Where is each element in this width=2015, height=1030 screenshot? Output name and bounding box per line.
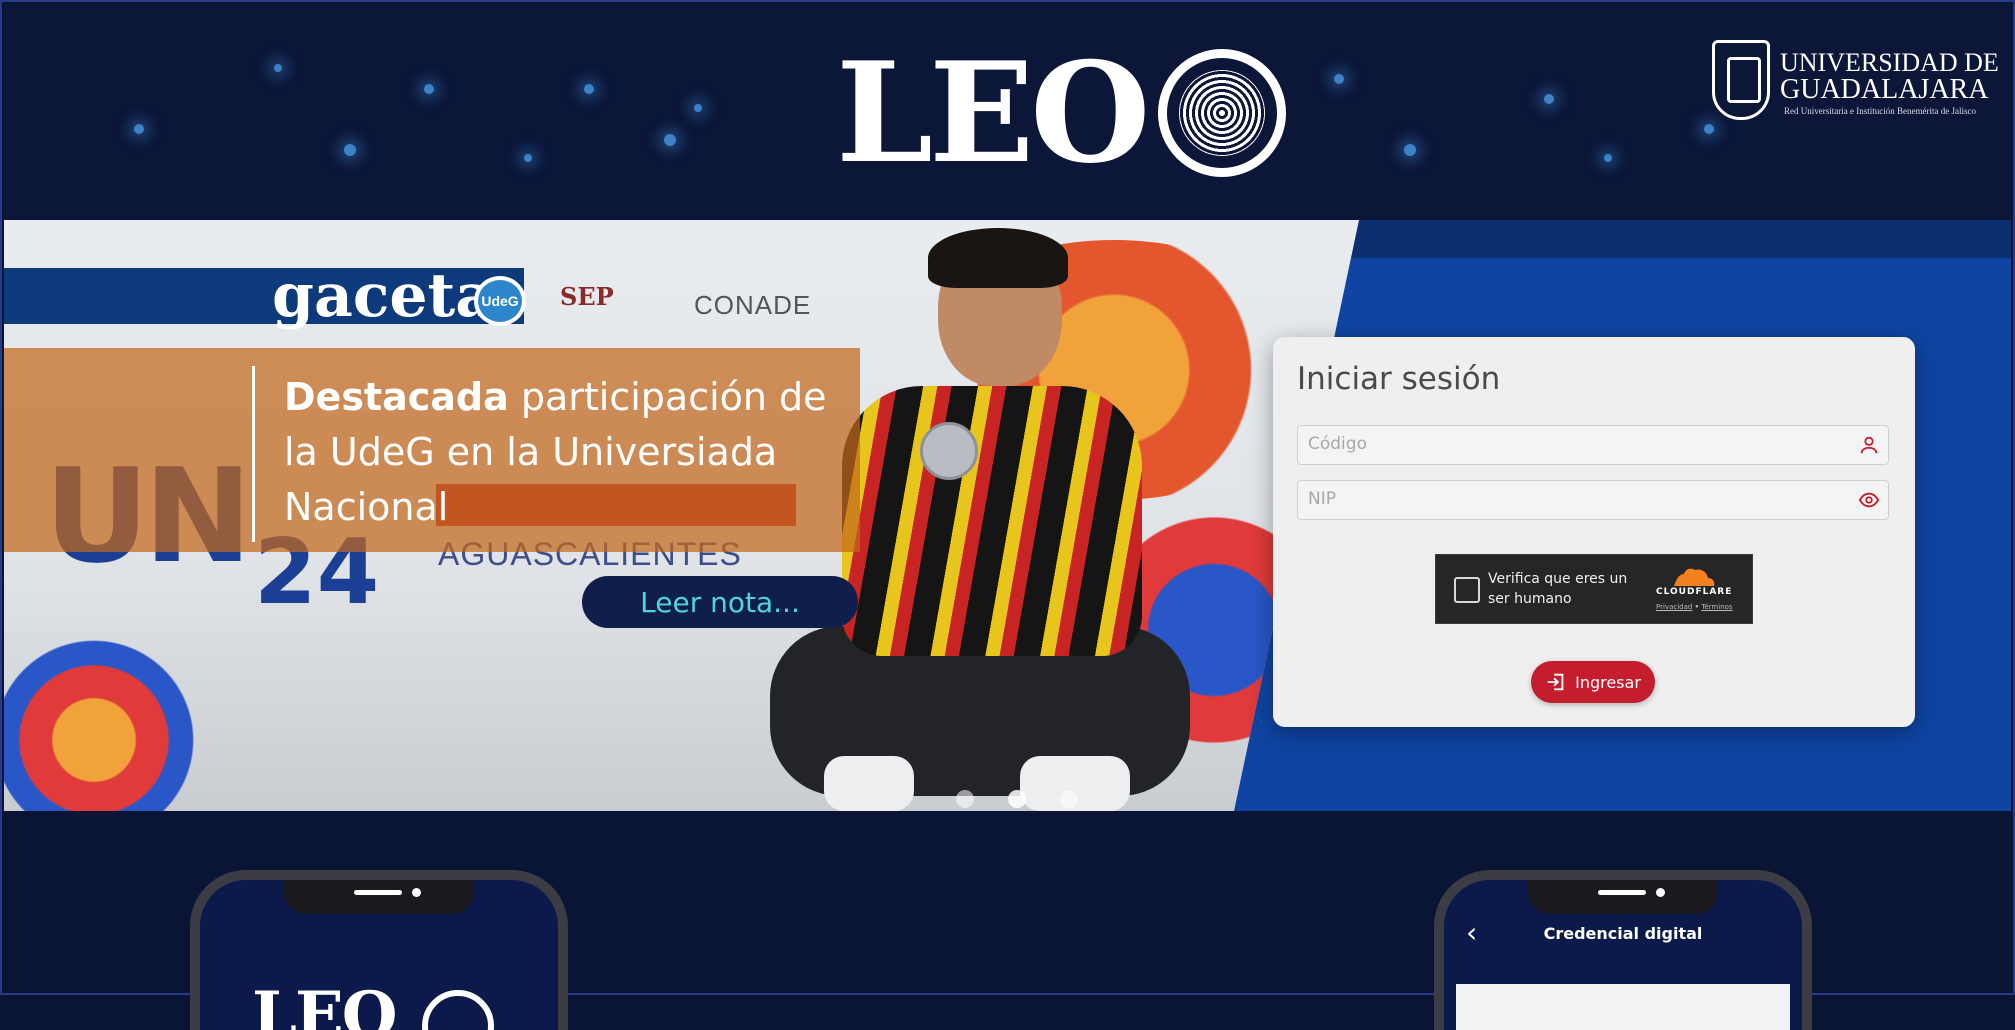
phone-mockup-right: ‹ Credencial digital — [1434, 870, 1812, 1030]
headline-rule — [252, 366, 255, 542]
captcha-privacy-link[interactable]: Privacidad — [1656, 603, 1692, 611]
login-title: Iniciar sesión — [1297, 361, 1501, 397]
hero-blue-stripe — [1304, 220, 2011, 258]
ingresar-button[interactable]: Ingresar — [1531, 661, 1655, 703]
codigo-input[interactable] — [1298, 426, 1848, 462]
user-icon — [1860, 436, 1878, 454]
carousel-dot-3[interactable] — [1060, 790, 1078, 808]
nip-input[interactable] — [1298, 481, 1848, 517]
login-arrow-icon — [1547, 673, 1564, 691]
udeg-badge: UdeG — [474, 276, 526, 326]
slide-headline: Destacada participación de la UdeG en la… — [284, 370, 844, 535]
phone-screen-title: Credencial digital — [1543, 924, 1703, 943]
captcha-terms-link[interactable]: Términos — [1701, 603, 1732, 611]
captcha-label: Verifica que eres un ser humano — [1488, 571, 1628, 607]
bokeh-light — [1544, 94, 1554, 104]
leo-logo[interactable]: LEO — [836, 31, 1287, 194]
phone-mockup-left: LEO — [190, 870, 568, 1030]
carousel-indicators — [956, 790, 1078, 808]
captcha-separator: • — [1694, 603, 1700, 611]
bokeh-light — [1404, 144, 1416, 156]
bokeh-light — [134, 124, 144, 134]
phone-notch — [284, 880, 474, 914]
bokeh-light — [1704, 124, 1714, 134]
bokeh-light — [694, 104, 702, 112]
bokeh-light — [664, 134, 676, 146]
captcha-links: Privacidad • Términos — [1656, 603, 1733, 611]
sep-logo: SEP — [560, 282, 614, 311]
carousel-dot-2[interactable] — [1008, 790, 1026, 808]
bokeh-light — [424, 84, 434, 94]
site-header: LEO UNIVERSIDAD DE GUADALAJARA Red Unive… — [4, 4, 2011, 220]
bokeh-light — [274, 64, 282, 72]
bokeh-light — [524, 154, 532, 162]
mural-shape — [4, 640, 224, 811]
nip-field — [1297, 480, 1889, 520]
phone-leo-logo: LEO — [252, 978, 398, 1030]
leo-logo-text: LEO — [836, 31, 1150, 194]
captcha-brand: CLOUDFLARE — [1656, 587, 1733, 597]
ingresar-label: Ingresar — [1575, 672, 1641, 692]
udg-shield-icon — [1712, 40, 1770, 120]
lion-seal-icon — [1158, 49, 1287, 177]
eye-icon[interactable] — [1858, 489, 1880, 511]
udg-name-line2: GUADALAJARA — [1780, 74, 1989, 105]
login-card: Iniciar sesión Verifica que eres un ser … — [1273, 337, 1915, 727]
captcha-checkbox[interactable] — [1454, 577, 1480, 603]
bokeh-light — [584, 84, 594, 94]
read-more-button[interactable]: Leer nota... — [582, 576, 858, 628]
bokeh-light — [1604, 154, 1612, 162]
gaceta-logo: gaceta — [272, 261, 495, 331]
phone-notch — [1528, 880, 1718, 914]
udg-subtitle: Red Universitaria e Institución Beneméri… — [1784, 106, 1976, 116]
codigo-field — [1297, 425, 1889, 465]
headline-bold: Destacada — [284, 375, 509, 419]
bokeh-light — [344, 144, 356, 156]
cloudflare-cloud-icon — [1674, 568, 1715, 586]
medal-icon — [920, 422, 978, 480]
phone-credential-card — [1456, 984, 1790, 1030]
udg-logo[interactable]: UNIVERSIDAD DE GUADALAJARA Red Universit… — [1712, 40, 1999, 120]
phone-seal-icon — [422, 990, 494, 1030]
carousel-dot-1[interactable] — [956, 790, 974, 808]
bokeh-light — [1334, 74, 1344, 84]
cloudflare-captcha: Verifica que eres un ser humano CLOUDFLA… — [1435, 554, 1753, 624]
